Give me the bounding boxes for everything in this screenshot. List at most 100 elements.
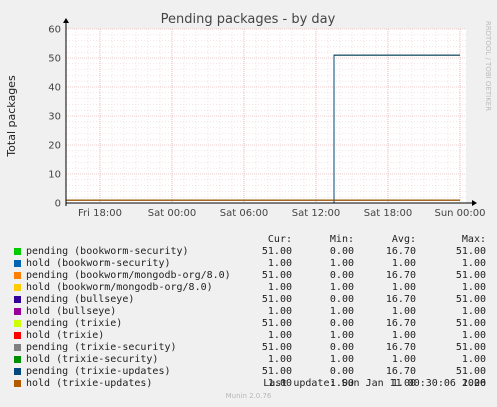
- legend-row: pending (bookworm-security) 51.00 0.00 16.7…: [14, 246, 486, 258]
- legend-cur-value: 1.00: [267, 330, 292, 341]
- legend-swatch: [14, 344, 21, 351]
- legend-swatch: [14, 296, 21, 303]
- legend-max-value: 51.00: [455, 294, 486, 305]
- chart-title: Pending packages - by day: [161, 12, 336, 27]
- legend-series-name: pending (bookworm-security): [26, 246, 189, 257]
- legend-avg-value: 1.00: [391, 330, 416, 341]
- x-tick-label: Sat 18:00: [364, 208, 412, 219]
- legend-min-value: 0.00: [329, 294, 354, 305]
- legend-row: hold (bookworm-security) 1.00 1.00 1.00 1.00: [14, 258, 486, 270]
- legend-row: pending (bullseye) 51.00 0.00 16.70 51.00: [14, 294, 486, 306]
- legend-max-value: 51.00: [455, 318, 486, 329]
- last-update: Last update: Sun Jan 11 00:30:06 2026: [263, 378, 486, 389]
- legend-header-cur: Cur:: [267, 234, 292, 245]
- legend-series-name: hold (bullseye): [26, 306, 117, 317]
- legend-series-name: pending (trixie-security): [26, 342, 177, 353]
- legend-min-value: 1.00: [329, 354, 354, 365]
- x-tick-label: Fri 18:00: [78, 208, 122, 219]
- legend-swatch: [14, 284, 21, 291]
- legend-avg-value: 1.00: [391, 282, 416, 293]
- legend-series-name: hold (trixie-security): [26, 354, 159, 365]
- y-axis-arrow: [63, 18, 69, 23]
- x-axis-arrow: [472, 200, 477, 206]
- legend-series-name: pending (bookworm/mongodb-org/8.0): [26, 270, 231, 281]
- legend-cur-value: 51.00: [261, 342, 292, 353]
- legend-swatch: [14, 332, 21, 339]
- legend-row: hold (trixie) 1.00 1.00 1.00 1.00: [14, 330, 486, 342]
- legend-max-value: 1.00: [461, 306, 486, 317]
- legend-min-value: 0.00: [329, 270, 354, 281]
- legend-min-value: 1.00: [329, 330, 354, 341]
- legend-cur-value: 51.00: [261, 294, 292, 305]
- munin-version: Munin 2.0.76: [225, 392, 272, 400]
- legend-cur-value: 1.00: [267, 282, 292, 293]
- legend-cur-value: 51.00: [261, 318, 292, 329]
- legend-header-min: Min:: [329, 234, 354, 245]
- legend-cur-value: 51.00: [261, 246, 292, 257]
- legend-min-value: 0.00: [329, 342, 354, 353]
- legend-header: Cur: Min: Avg: Max:: [14, 234, 486, 246]
- legend-avg-value: 16.70: [385, 318, 416, 329]
- legend-row: hold (bookworm/mongodb-org/8.0) 1.00 1.00 1…: [14, 282, 486, 294]
- legend-min-value: 1.00: [329, 258, 354, 269]
- legend-swatch: [14, 260, 21, 267]
- legend-row: pending (bookworm/mongodb-org/8.0) 51.00 0…: [14, 270, 486, 282]
- y-axis-label: Total packages: [5, 75, 18, 158]
- legend-avg-value: 16.70: [385, 366, 416, 377]
- legend-series-name: hold (bookworm/mongodb-org/8.0): [26, 282, 213, 293]
- rrdtool-watermark: RRDTOOL / TOBI OETIKER: [484, 21, 492, 111]
- legend-swatch: [14, 308, 21, 315]
- x-tick-label: Sun 00:00: [434, 208, 485, 219]
- y-tick-label: 10: [48, 170, 61, 181]
- legend-row: pending (trixie) 51.00 0.00 16.70 51.00: [14, 318, 486, 330]
- legend-max-value: 1.00: [461, 354, 486, 365]
- y-tick-label: 60: [48, 25, 61, 36]
- legend-max-value: 51.00: [455, 342, 486, 353]
- legend-row: hold (bullseye) 1.00 1.00 1.00 1.00: [14, 306, 486, 318]
- x-tick-label: Sat 06:00: [220, 208, 268, 219]
- legend-cur-value: 51.00: [261, 366, 292, 377]
- y-tick-label: 0: [55, 199, 61, 210]
- legend-max-value: 1.00: [461, 330, 486, 341]
- legend-max-value: 51.00: [455, 270, 486, 281]
- legend-avg-value: 16.70: [385, 342, 416, 353]
- legend-max-value: 1.00: [461, 258, 486, 269]
- legend-avg-value: 1.00: [391, 258, 416, 269]
- legend-swatch: [14, 248, 21, 255]
- x-tick-label: Sat 00:00: [148, 208, 196, 219]
- legend-swatch: [14, 380, 21, 387]
- legend-min-value: 1.00: [329, 306, 354, 317]
- legend-max-value: 51.00: [455, 366, 486, 377]
- legend-avg-value: 1.00: [391, 306, 416, 317]
- legend-series-name: hold (trixie): [26, 330, 105, 341]
- legend-row: pending (trixie-updates) 51.00 0.00 16.70 51…: [14, 366, 486, 378]
- legend-series-name: pending (bullseye): [26, 294, 135, 305]
- legend-series-name: hold (trixie-updates): [26, 378, 153, 389]
- legend-avg-value: 1.00: [391, 354, 416, 365]
- x-tick-label: Sat 12:00: [292, 208, 340, 219]
- y-tick-label: 20: [48, 141, 61, 152]
- legend-max-value: 51.00: [455, 246, 486, 257]
- legend-header-max: Max:: [461, 234, 486, 245]
- legend-series-name: hold (bookworm-security): [26, 258, 171, 269]
- legend-series-name: pending (trixie): [26, 318, 123, 329]
- legend-swatch: [14, 356, 21, 363]
- legend-min-value: 0.00: [329, 318, 354, 329]
- legend-cur-value: 1.00: [267, 354, 292, 365]
- legend-table: Cur: Min: Avg: Max: pending (bookworm-se…: [14, 234, 486, 390]
- legend-header-avg: Avg:: [391, 234, 416, 245]
- y-tick-label: 30: [48, 112, 61, 123]
- legend-row: hold (trixie-security) 1.00 1.00 1.00 1.00: [14, 354, 486, 366]
- legend-cur-value: 51.00: [261, 270, 292, 281]
- legend-min-value: 1.00: [329, 282, 354, 293]
- legend-rows: pending (bookworm-security) 51.00 0.00 16.7…: [14, 246, 486, 390]
- legend-swatch: [14, 368, 21, 375]
- legend-swatch: [14, 320, 21, 327]
- y-tick-label: 50: [48, 54, 61, 65]
- legend-series-name: pending (trixie-updates): [26, 366, 171, 377]
- legend-avg-value: 16.70: [385, 270, 416, 281]
- legend-avg-value: 16.70: [385, 246, 416, 257]
- legend-cur-value: 1.00: [267, 258, 292, 269]
- legend-min-value: 0.00: [329, 246, 354, 257]
- legend-min-value: 0.00: [329, 366, 354, 377]
